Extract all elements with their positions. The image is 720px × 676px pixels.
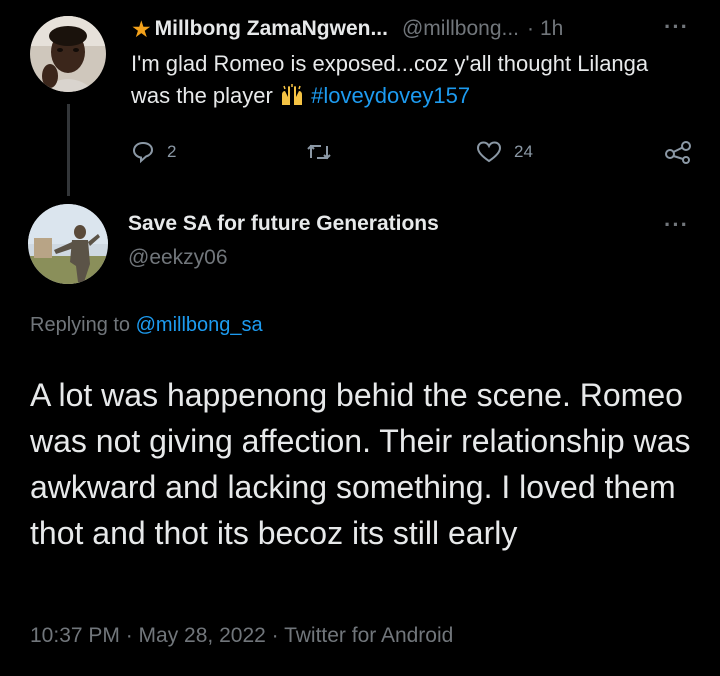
parent-tweet-text: I'm glad Romeo is exposed...coz y'all th… — [131, 48, 691, 116]
replying-mention-link[interactable]: @millbong_sa — [136, 314, 263, 336]
star-icon: ★ — [131, 15, 152, 42]
share-button[interactable] — [664, 140, 692, 164]
retweet-button[interactable] — [305, 140, 333, 164]
reply-icon — [132, 141, 154, 164]
like-button[interactable]: 24 — [476, 140, 533, 164]
parent-avatar[interactable] — [30, 16, 106, 92]
reply-author-handle[interactable]: @eekzy06 — [128, 246, 228, 270]
more-icon[interactable]: ··· — [664, 14, 689, 40]
thread-connector-line — [67, 104, 70, 196]
parent-tweet-header: ★ Millbong ZamaNgwen... @millbong... · 1… — [131, 14, 563, 44]
parent-tweet-actions: 2 24 — [131, 136, 701, 168]
like-count: 24 — [514, 142, 533, 161]
replying-to-line: Replying to @millbong_sa — [30, 314, 263, 337]
parent-tweet-time[interactable]: 1h — [540, 17, 563, 41]
reply-avatar[interactable] — [28, 204, 108, 284]
share-icon — [665, 141, 691, 164]
hashtag-link[interactable]: #loveydovey157 — [311, 83, 470, 108]
parent-author-name[interactable]: Millbong ZamaNgwen... — [155, 17, 388, 41]
retweet-icon — [307, 144, 331, 160]
separator-dot: · — [527, 17, 534, 40]
reply-button[interactable]: 2 — [131, 140, 176, 164]
replying-prefix: Replying to — [30, 314, 131, 336]
like-icon — [476, 141, 502, 163]
raising-hands-emoji — [279, 83, 305, 116]
tweet-timestamp[interactable]: 10:37 PM · May 28, 2022 · Twitter for An… — [30, 624, 453, 648]
reply-tweet-text: A lot was happenong behid the scene. Rom… — [30, 377, 691, 551]
parent-author-handle[interactable]: @millbong... — [402, 17, 519, 41]
more-icon[interactable]: ··· — [664, 212, 689, 238]
reply-author-name[interactable]: Save SA for future Generations — [128, 212, 439, 236]
reply-count: 2 — [167, 142, 177, 161]
